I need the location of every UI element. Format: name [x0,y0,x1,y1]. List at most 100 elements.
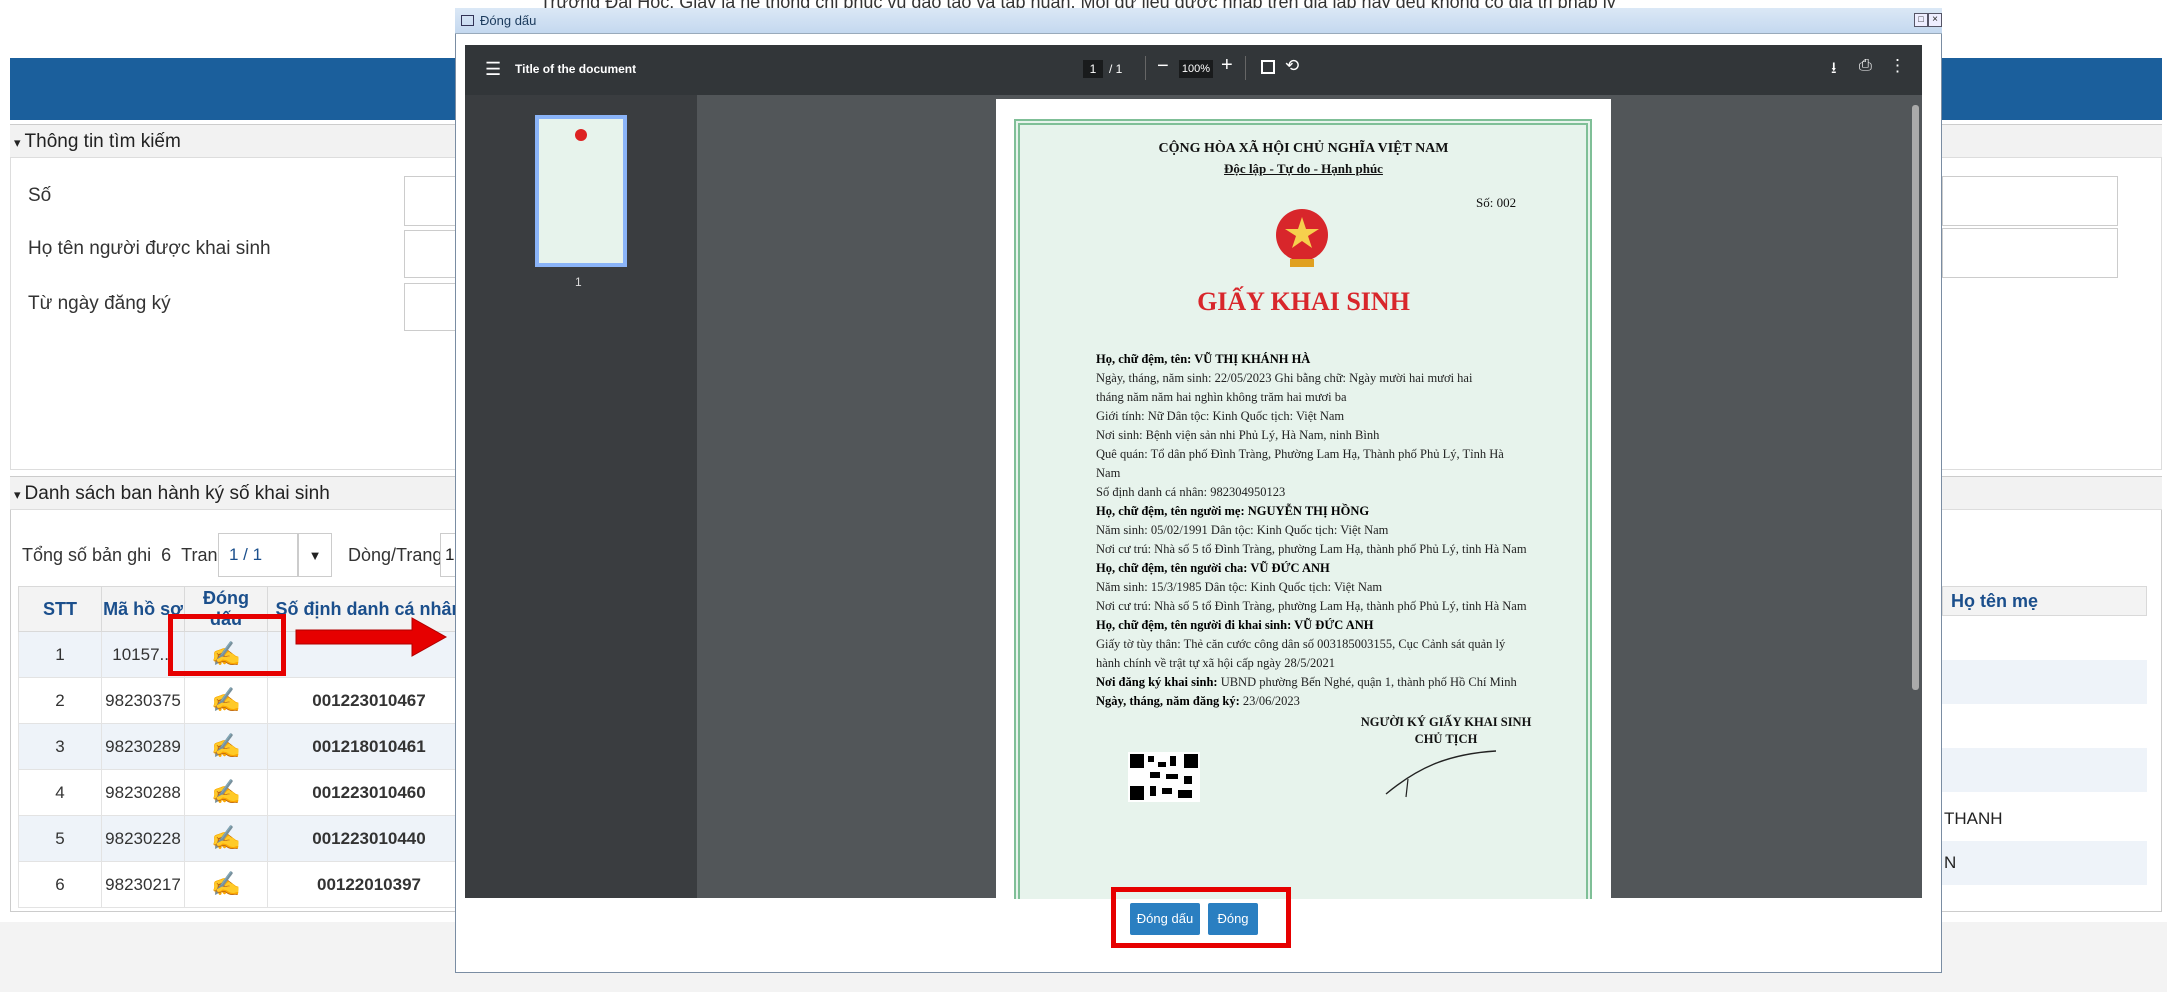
cell-dinh-danh[interactable]: 00122010397 [267,861,471,908]
highlight-box-stamp-icon [168,614,286,676]
zoom-in-icon[interactable]: + [1221,54,1233,77]
scrollbar-thumb[interactable] [1912,105,1919,690]
cert-title: GIẤY KHAI SINH [1197,287,1410,316]
right-cell [1942,748,2147,792]
cell-ma: 98230289 [101,723,185,770]
table-row[interactable]: 6 98230217 ✍ 00122010397 [18,861,471,908]
cert-line: hành chính về trật tự xã hội cấp ngày 28… [1096,656,1336,670]
col-stt: STT [18,586,102,632]
qr-code-icon [1128,752,1200,802]
cert-line: Họ, chữ đệm, tên người mẹ: NGUYỄN THỊ HỒ… [1096,504,1370,518]
cert-line: Nơi cư trú: Nhà số 5 tổ Đình Tràng, phườ… [1096,542,1527,556]
sign-pen-icon[interactable]: ✍ [211,733,241,760]
cert-line: Nam [1096,466,1121,480]
print-icon[interactable]: ⎙ [1859,57,1872,75]
cell-stt: 6 [18,861,102,908]
page-select[interactable]: 1 / 1 [218,533,298,577]
cert-line: Nơi sinh: Bệnh viện sản nhi Phủ Lý, Hà N… [1096,428,1380,442]
maximize-icon[interactable]: □ [1914,13,1928,27]
page-thumbnail[interactable] [535,115,627,267]
cell-dinh-danh[interactable]: 001218010461 [267,723,471,770]
right-cell [1942,616,2147,661]
collapse-triangle-icon: ▾ [14,487,21,502]
cell-stt: 2 [18,677,102,724]
cert-line: Giấy tờ tùy thân: Thẻ căn cước công dân … [1096,637,1506,651]
cert-line: Nơi đăng ký khai sinh: UBND phường Bến N… [1096,675,1517,689]
cert-header-motto: Độc lập - Tự do - Hạnh phúc [1224,161,1383,176]
sign-pen-icon[interactable]: ✍ [211,825,241,852]
page-total: / 1 [1109,62,1123,76]
cell-ma: 98230217 [101,861,185,908]
cert-line: Họ, chữ đệm, tên người đi khai sinh: VŨ … [1096,618,1374,632]
right-input-1[interactable] [1942,176,2118,226]
zoom-level[interactable]: 100% [1179,60,1213,78]
close-icon[interactable]: × [1928,13,1942,27]
cert-header-nation: CỘNG HÒA XÃ HỘI CHỦ NGHĨA VIỆT NAM [1158,141,1449,156]
cell-stamp[interactable]: ✍ [184,815,268,862]
cell-ma: 98230228 [101,815,185,862]
pdf-scrollbar[interactable] [1909,95,1922,898]
thumbnail-sidebar: 1 [465,95,697,898]
so-input[interactable] [404,176,456,226]
dialog-title-bar: Đóng dấu [455,8,1942,34]
dialog-title: Đóng dấu [480,13,537,28]
download-icon[interactable]: ⭳ [1831,57,1837,84]
cell-stamp[interactable]: ✍ [184,677,268,724]
cell-stt: 5 [18,815,102,862]
cert-line: tháng năm năm hai nghìn không trăm hai m… [1096,390,1347,404]
cell-dinh-danh[interactable]: 001223010440 [267,815,471,862]
cert-line: Ngày, tháng, năm sinh: 22/05/2023 Ghi bằ… [1096,371,1473,385]
cell-stt: 4 [18,769,102,816]
sign-pen-icon[interactable]: ✍ [211,871,241,898]
cell-stamp[interactable]: ✍ [184,769,268,816]
cert-signer-role: CHỦ TỊCH [1414,732,1478,746]
total-records: Tổng số bản ghi 6 Trang [22,545,228,565]
more-options-icon[interactable]: ⋮ [1889,56,1906,76]
col-ho-ten-me: Họ tên mẹ [1942,586,2147,616]
page-dropdown-icon[interactable]: ▼ [298,533,332,577]
menu-icon[interactable]: ☰ [485,59,501,80]
cert-line: Họ, chữ đệm, tên: VŨ THỊ KHÁNH HÀ [1096,352,1311,366]
fit-page-icon[interactable] [1261,60,1275,74]
right-cell [1942,660,2147,704]
page-number-input[interactable]: 1 [1083,60,1103,78]
table-row[interactable]: 5 98230228 ✍ 001223010440 [18,815,471,862]
table-row[interactable]: 2 98230375 ✍ 001223010467 [18,677,471,724]
search-panel-title-text: Thông tin tìm kiếm [24,131,181,152]
national-emblem-icon [1276,209,1328,267]
zoom-out-icon[interactable]: − [1157,55,1169,78]
rotate-icon[interactable]: ⟲ [1285,56,1299,76]
right-input-2[interactable] [1942,228,2118,278]
sign-pen-icon[interactable]: ✍ [211,687,241,714]
dialog-icon [461,15,474,26]
cell-stt: 3 [18,723,102,770]
toolbar-divider [1245,56,1246,80]
sign-pen-icon[interactable]: ✍ [211,779,241,806]
stamp-button[interactable]: Đóng dấu [1130,903,1200,935]
close-button[interactable]: Đóng [1208,903,1258,935]
toolbar-divider [1145,56,1146,80]
rows-per-page-label: Dòng/Trang [348,545,443,565]
right-cell: N [1942,841,2147,885]
cell-ma: 98230375 [101,677,185,724]
cert-line: Số định danh cá nhân: 982304950123 [1096,485,1286,499]
cell-dinh-danh[interactable]: 001223010460 [267,769,471,816]
signature-mark [1385,750,1497,798]
document-title: Title of the document [515,62,637,76]
cell-dinh-danh[interactable]: 001223010467 [267,677,471,724]
cell-stamp[interactable]: ✍ [184,723,268,770]
cert-line: Năm sinh: 15/3/1985 Dân tộc: Kinh Quốc t… [1096,580,1383,594]
cert-line: Giới tính: Nữ Dân tộc: Kinh Quốc tịch: V… [1096,409,1345,423]
cert-line: Quê quán: Tổ dân phố Đình Tràng, Phường … [1096,447,1504,461]
thumbnail-page-number: 1 [575,275,582,289]
table-row[interactable]: 4 98230288 ✍ 001223010460 [18,769,471,816]
table-row[interactable]: 3 98230289 ✍ 001218010461 [18,723,471,770]
ho-ten-input[interactable] [404,230,456,278]
cell-ma: 98230288 [101,769,185,816]
cert-line: Ngày, tháng, năm đăng ký: 23/06/2023 [1096,694,1300,708]
tu-ngay-input[interactable] [404,283,456,331]
thumbnail-emblem [575,129,587,141]
field-label-so: Số [28,185,52,206]
cert-line: Năm sinh: 05/02/1991 Dân tộc: Kinh Quốc … [1096,523,1389,537]
cell-stamp[interactable]: ✍ [184,861,268,908]
